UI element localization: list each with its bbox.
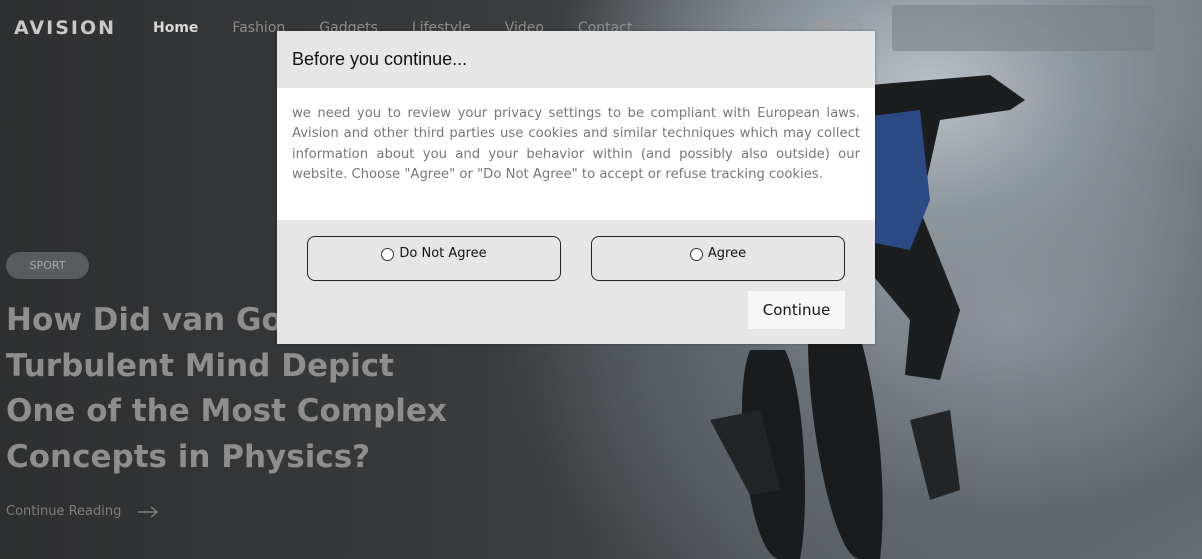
continue-reading-label: Continue Reading bbox=[6, 504, 122, 519]
do-not-agree-radio[interactable] bbox=[381, 248, 395, 261]
do-not-agree-label: Do Not Agree bbox=[399, 246, 487, 261]
arrow-right-icon bbox=[138, 505, 159, 518]
agree-radio[interactable] bbox=[689, 248, 703, 261]
search-input[interactable]: Type to Search... bbox=[941, 20, 1049, 35]
search-icon bbox=[916, 20, 932, 36]
continue-button[interactable]: Continue bbox=[748, 291, 845, 329]
cookie-consent-dialog: Before you continue... we need you to re… bbox=[277, 31, 875, 344]
dialog-body: we need you to review your privacy setti… bbox=[277, 88, 875, 220]
dialog-header: Before you continue... bbox=[277, 31, 875, 88]
category-badge[interactable]: SPORT bbox=[6, 252, 89, 279]
site-logo[interactable]: AVISION bbox=[14, 17, 116, 39]
dialog-title: Before you continue... bbox=[292, 49, 468, 69]
agree-option[interactable]: Agree bbox=[591, 236, 845, 281]
nav-item-home[interactable]: Home bbox=[153, 20, 198, 36]
agree-label: Agree bbox=[707, 246, 747, 261]
do-not-agree-option[interactable]: Do Not Agree bbox=[307, 236, 561, 281]
search-box[interactable]: Type to Search... bbox=[892, 5, 1154, 51]
continue-reading-link[interactable]: Continue Reading bbox=[6, 504, 159, 519]
consent-message: we need you to review your privacy setti… bbox=[292, 106, 860, 182]
